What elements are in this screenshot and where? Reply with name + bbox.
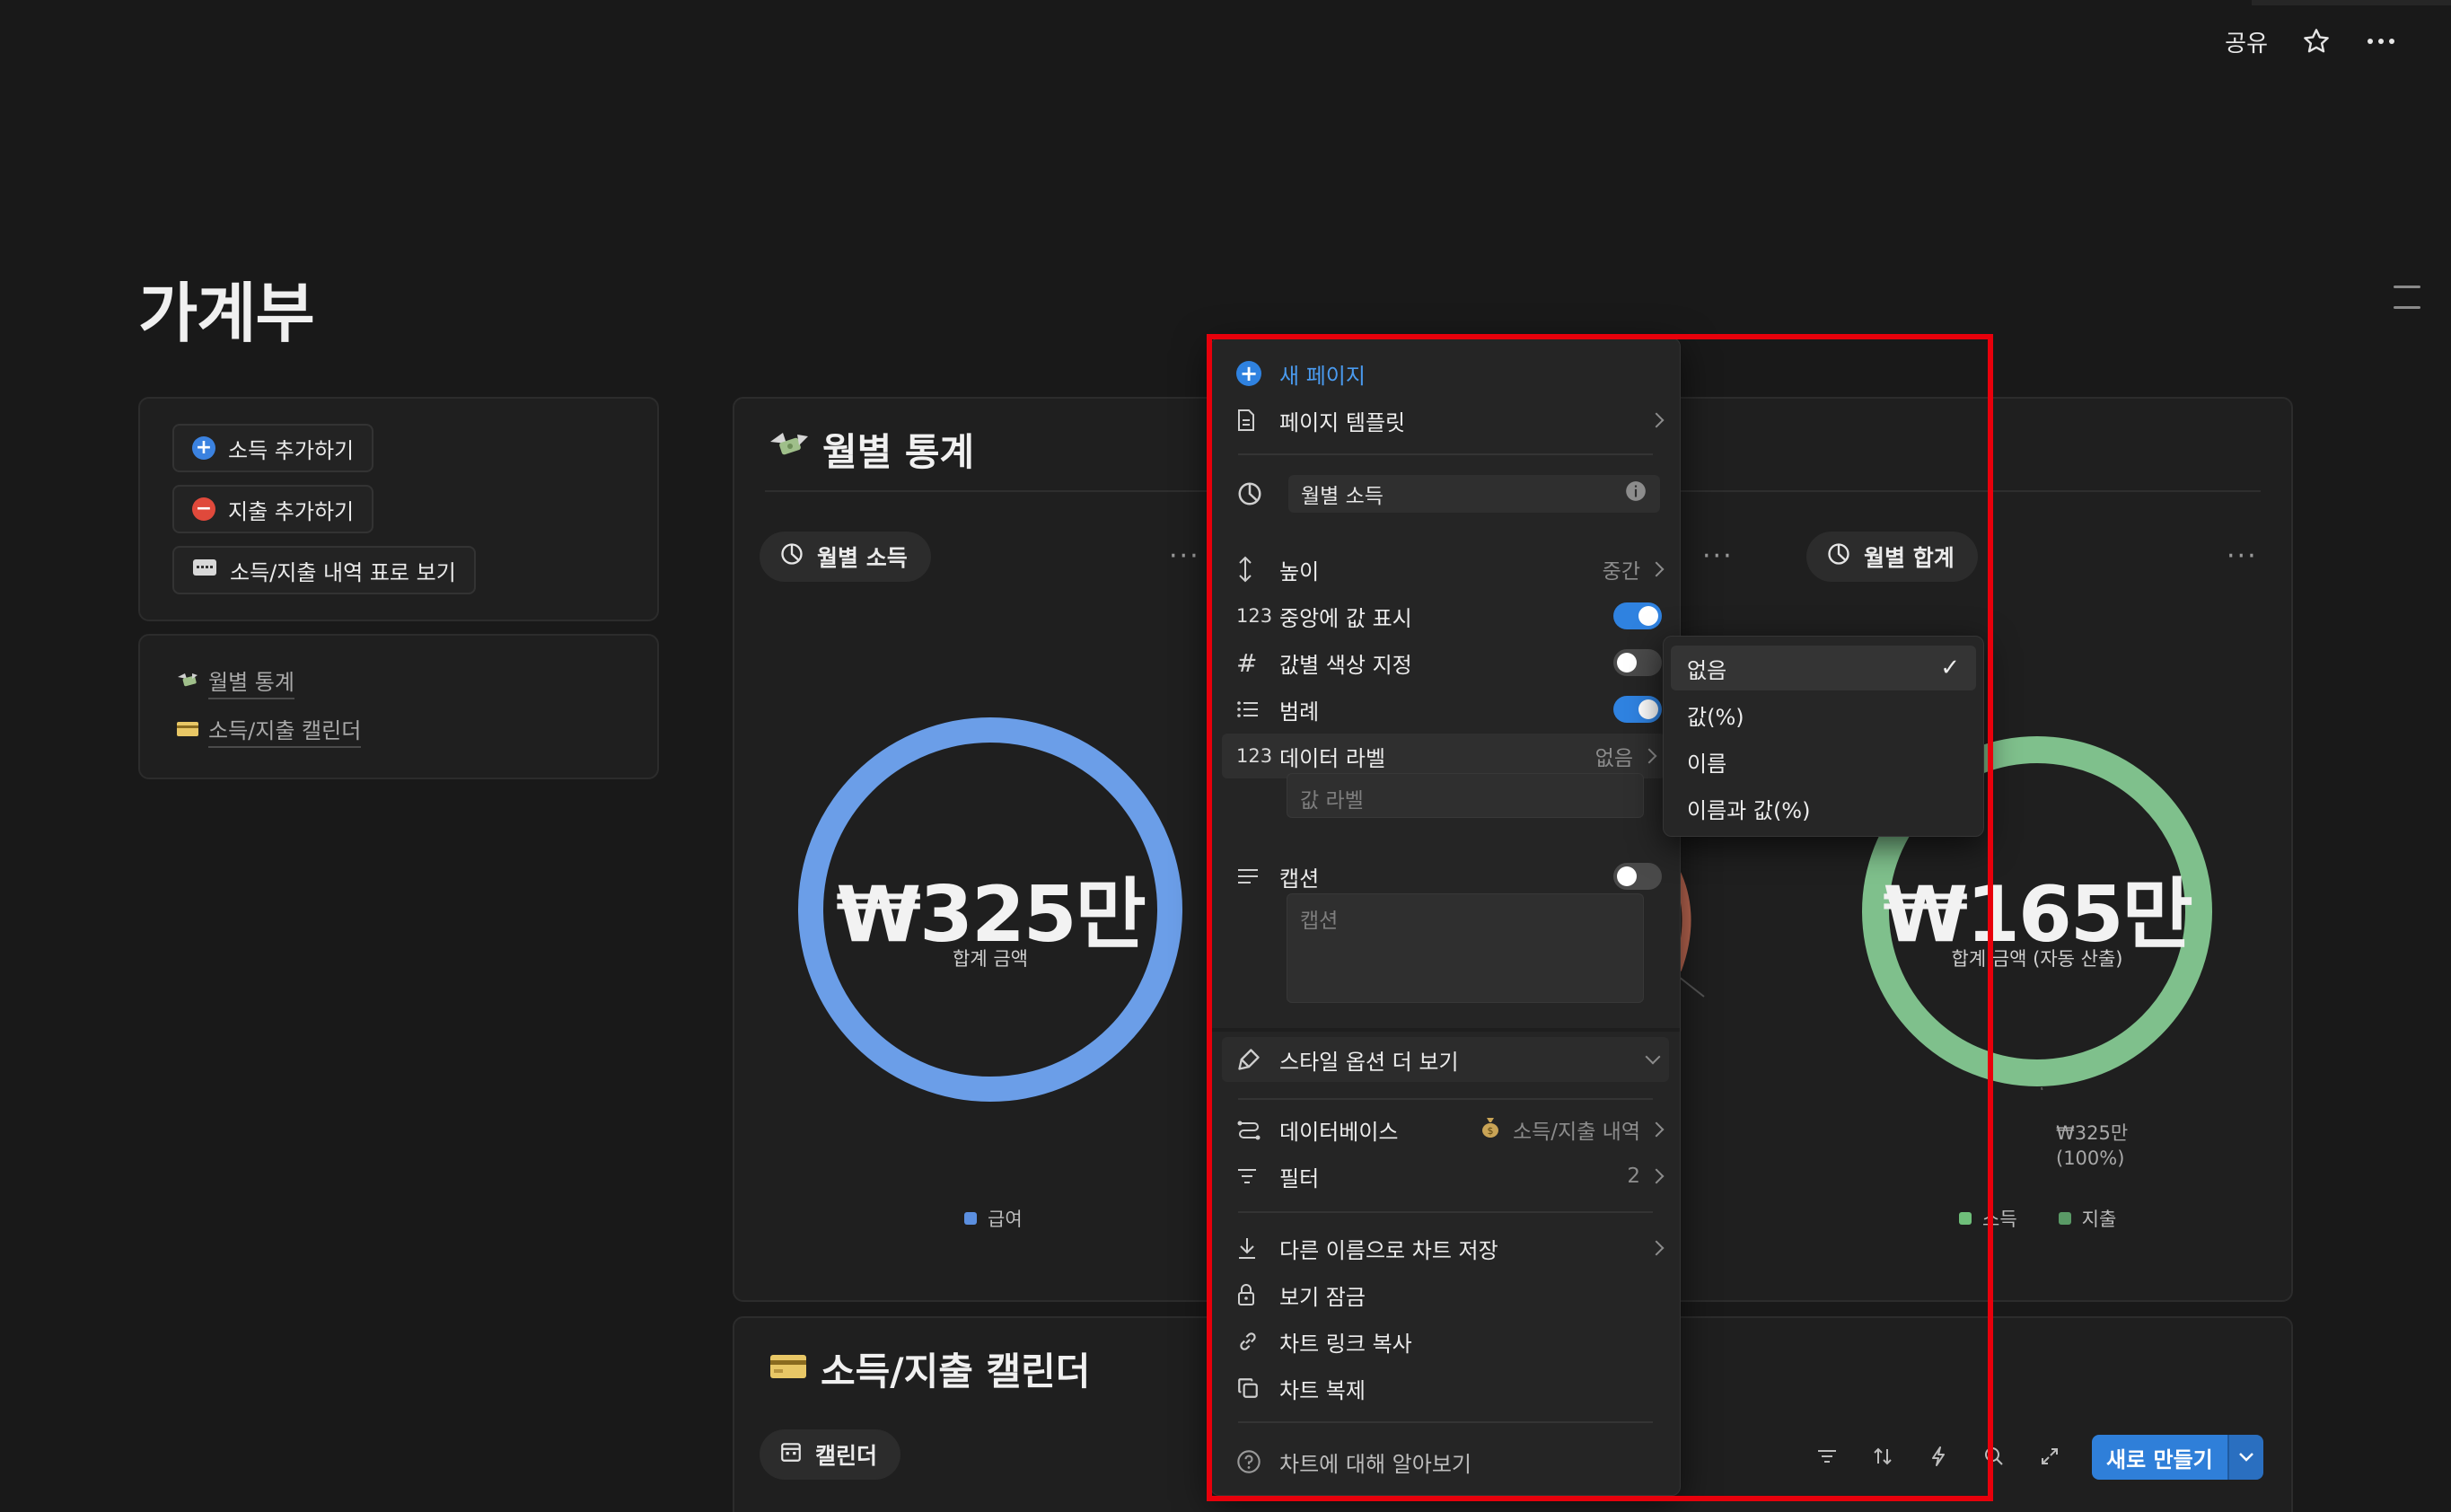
legend-label: 지출 bbox=[2081, 1209, 2117, 1230]
chart-legend: 급여 bbox=[964, 1205, 1023, 1232]
chart-more-icon[interactable]: ··· bbox=[1169, 541, 1200, 572]
add-expense-button[interactable]: − 지출 추가하기 bbox=[172, 485, 374, 533]
link-monthly-stats-label: 월별 통계 bbox=[208, 664, 294, 699]
legend-swatch bbox=[2058, 1212, 2071, 1225]
top-actions: 공유 bbox=[2225, 23, 2397, 59]
dashboard-title: 월별 통계 bbox=[769, 422, 974, 477]
link-calendar-label: 소득/지출 캘린더 bbox=[208, 713, 362, 748]
data-label-value: ₩325만 bbox=[2056, 1122, 2129, 1144]
view-chip-monthly-income[interactable]: 월별 소득 bbox=[760, 532, 931, 582]
calendar-title: 소득/지출 캘린더 bbox=[769, 1341, 1090, 1396]
share-button[interactable]: 공유 bbox=[2225, 25, 2268, 58]
minus-circle-icon: − bbox=[192, 497, 215, 521]
add-income-label: 소득 추가하기 bbox=[228, 437, 355, 463]
calendar-title-text: 소득/지출 캘린더 bbox=[821, 1349, 1091, 1393]
dashboard-title-text: 월별 통계 bbox=[822, 430, 975, 474]
link-calendar[interactable]: 소득/지출 캘린더 bbox=[176, 713, 362, 748]
new-button[interactable]: 새로 만들기 bbox=[2092, 1435, 2227, 1480]
legend-swatch bbox=[964, 1212, 977, 1225]
star-icon[interactable] bbox=[2300, 25, 2332, 57]
page-links-panel: 월별 통계 소득/지출 캘린더 bbox=[138, 634, 659, 779]
add-expense-label: 지출 추가하기 bbox=[228, 498, 355, 524]
credit-card-icon bbox=[176, 718, 199, 743]
view-table-button[interactable]: 소득/지출 내역 표로 보기 bbox=[172, 546, 476, 594]
topbar-edge bbox=[2252, 0, 2451, 5]
page-title: 가계부 bbox=[138, 276, 315, 351]
view-chip-label: 월별 소득 bbox=[817, 545, 908, 571]
more-icon[interactable] bbox=[2365, 25, 2397, 57]
pie-chart-icon bbox=[779, 541, 804, 572]
highlight-box bbox=[1207, 334, 1993, 1501]
card-icon bbox=[192, 558, 217, 583]
calendar-icon bbox=[779, 1440, 803, 1469]
table-of-contents-icon[interactable] bbox=[2394, 286, 2420, 327]
money-wings-icon bbox=[176, 670, 199, 695]
link-monthly-stats[interactable]: 월별 통계 bbox=[176, 664, 294, 699]
donut-center-caption: 합계 금액 bbox=[953, 948, 1028, 970]
new-button-group: 새로 만들기 bbox=[2092, 1435, 2263, 1480]
money-wings-icon bbox=[769, 427, 810, 472]
chevron-down-icon[interactable] bbox=[2227, 1435, 2263, 1480]
data-label-pct: (100%) bbox=[2056, 1147, 2125, 1169]
view-chip-calendar[interactable]: 캘린더 bbox=[760, 1429, 901, 1480]
view-table-label: 소득/지출 내역 표로 보기 bbox=[230, 559, 456, 585]
quick-actions-panel: + 소득 추가하기 − 지출 추가하기 소득/지출 내역 표로 보기 bbox=[138, 397, 659, 621]
credit-card-icon bbox=[769, 1347, 808, 1391]
chart-more-icon[interactable]: ··· bbox=[2227, 541, 2258, 572]
plus-circle-icon: + bbox=[192, 436, 215, 460]
expand-icon[interactable] bbox=[2036, 1443, 2063, 1470]
legend-label: 급여 bbox=[988, 1209, 1023, 1230]
donut-data-label: ₩325만 (100%) bbox=[2056, 1121, 2128, 1171]
add-income-button[interactable]: + 소득 추가하기 bbox=[172, 424, 374, 472]
view-chip-label: 캘린더 bbox=[815, 1443, 878, 1469]
